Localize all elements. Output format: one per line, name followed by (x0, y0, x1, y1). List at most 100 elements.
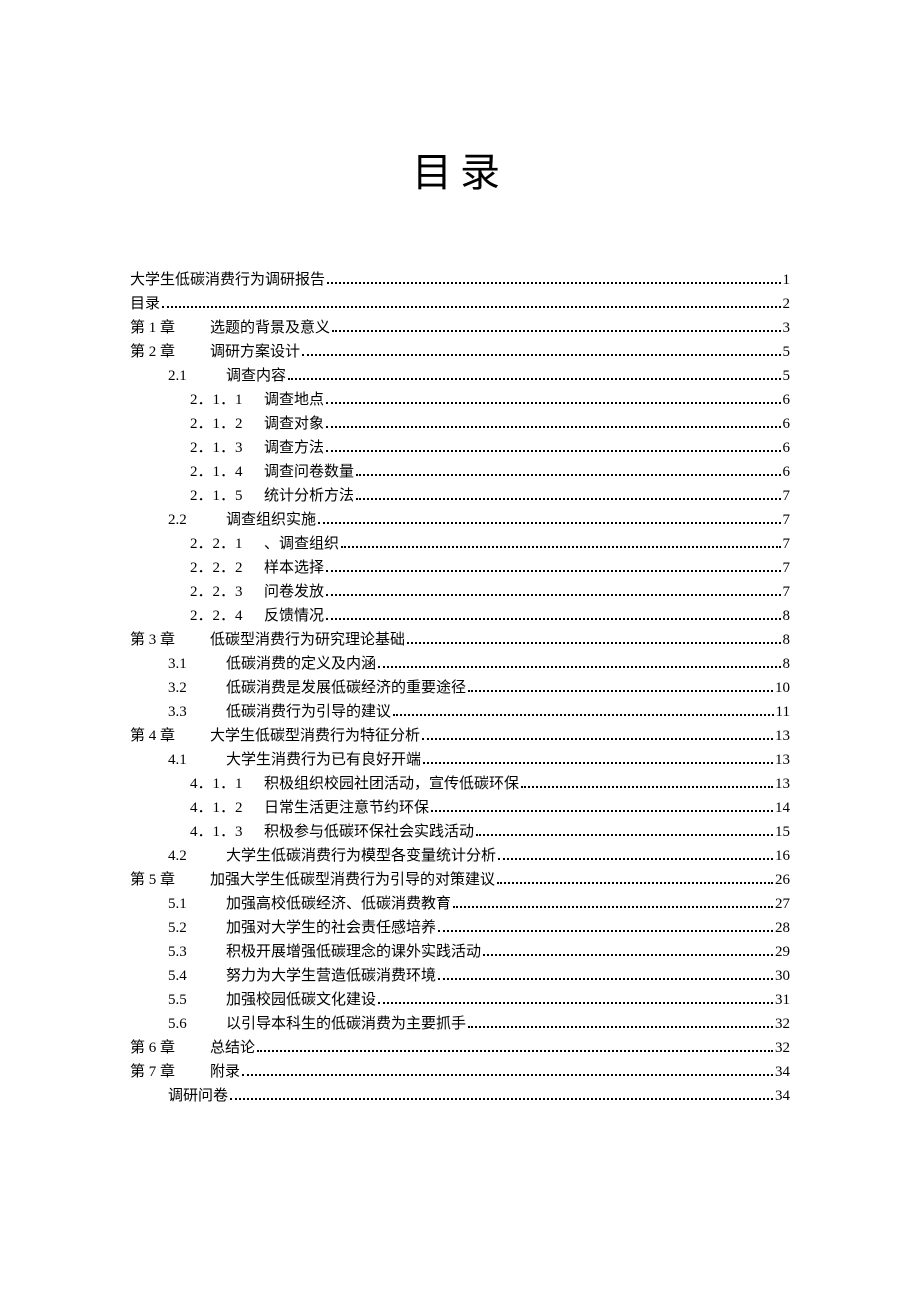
toc-entry: 第 2 章调研方案设计5 (130, 340, 790, 364)
toc-leader-dots (498, 858, 773, 860)
toc-leader-dots (332, 330, 780, 332)
toc-entry: 3.3低碳消费行为引导的建议11 (130, 700, 790, 724)
toc-entry-page: 5 (783, 340, 791, 364)
toc-entry-number: 5.6 (168, 1012, 226, 1036)
toc-entry: 第 6 章总结论32 (130, 1036, 790, 1060)
toc-entry-text: 日常生活更注意节约环保 (264, 796, 429, 820)
toc-entry-number: 第 4 章 (130, 724, 210, 748)
toc-entry-text: 问卷发放 (264, 580, 324, 604)
toc-entry-text: 、调查组织 (264, 532, 339, 556)
toc-entry-page: 29 (775, 940, 790, 964)
toc-leader-dots (326, 594, 780, 596)
toc-entry-number: 2.1 (168, 364, 226, 388)
toc-entry-text: 以引导本科生的低碳消费为主要抓手 (226, 1012, 466, 1036)
toc-entry-number: 第 5 章 (130, 868, 210, 892)
toc-entry-number: 5.5 (168, 988, 226, 1012)
toc-entry-page: 13 (775, 772, 790, 796)
toc-leader-dots (483, 954, 773, 956)
toc-entry: 5.3积极开展增强低碳理念的课外实践活动 29 (130, 940, 790, 964)
toc-entry-page: 14 (775, 796, 790, 820)
toc-leader-dots (326, 618, 780, 620)
toc-entry-page: 8 (783, 628, 791, 652)
toc-entry-number: 5.4 (168, 964, 226, 988)
toc-entry: 5.2加强对大学生的社会责任感培养28 (130, 916, 790, 940)
toc-leader-dots (423, 762, 773, 764)
toc-leader-dots (438, 930, 773, 932)
toc-entry-number: 2.2 (168, 508, 226, 532)
toc-entry-number: 2．2．4 (190, 604, 264, 628)
toc-entry: 5.5加强校园低碳文化建设31 (130, 988, 790, 1012)
toc-entry-text: 积极开展增强低碳理念的课外实践活动 (226, 940, 481, 964)
toc-entry-page: 34 (775, 1060, 790, 1084)
toc-entry: 2．2．2样本选择7 (130, 556, 790, 580)
toc-entry-page: 7 (783, 508, 791, 532)
toc-entry: 5.1加强高校低碳经济、低碳消费教育27 (130, 892, 790, 916)
toc-entry-page: 7 (783, 532, 791, 556)
toc-entry-text: 调查方法 (264, 436, 324, 460)
toc-entry-number: 第 7 章 (130, 1060, 210, 1084)
toc-entry-text: 调查对象 (264, 412, 324, 436)
toc-leader-dots (230, 1098, 773, 1100)
toc-entry-text: 选题的背景及意义 (210, 316, 330, 340)
toc-entry-page: 32 (775, 1012, 790, 1036)
toc-leader-dots (521, 786, 773, 788)
toc-entry: 2．2．1、调查组织 7 (130, 532, 790, 556)
toc-entry: 大学生低碳消费行为调研报告 1 (130, 268, 790, 292)
toc-entry: 目录2 (130, 292, 790, 316)
toc-entry-text: 调查组织实施 (226, 508, 316, 532)
toc-leader-dots (341, 546, 780, 548)
toc-entry-text: 大学生低碳消费行为调研报告 (130, 268, 325, 292)
toc-leader-dots (302, 354, 780, 356)
toc-entry: 5.6以引导本科生的低碳消费为主要抓手 32 (130, 1012, 790, 1036)
toc-entry-text: 调查问卷数量 (264, 460, 354, 484)
toc-entry-text: 大学生低碳消费行为模型各变量统计分析 (226, 844, 496, 868)
toc-leader-dots (468, 690, 773, 692)
toc-entry-text: 加强对大学生的社会责任感培养 (226, 916, 436, 940)
toc-entry-number: 3.1 (168, 652, 226, 676)
toc-entry-page: 8 (783, 604, 791, 628)
toc-entry-text: 大学生低碳型消费行为特征分析 (210, 724, 420, 748)
toc-leader-dots (326, 450, 780, 452)
toc-entry-page: 1 (783, 268, 791, 292)
toc-entry-page: 3 (783, 316, 791, 340)
toc-entry-text: 附录 (210, 1060, 240, 1084)
toc-entry: 2．2．3问卷发放7 (130, 580, 790, 604)
toc-entry-page: 11 (776, 700, 790, 724)
toc-entry: 第 3 章低碳型消费行为研究理论基础 8 (130, 628, 790, 652)
toc-leader-dots (378, 1002, 773, 1004)
toc-entry: 第 1 章选题的背景及意义 3 (130, 316, 790, 340)
toc-entry-text: 大学生消费行为已有良好开端 (226, 748, 421, 772)
toc-entry-text: 积极参与低碳环保社会实践活动 (264, 820, 474, 844)
toc-entry: 2．1．2调查对象6 (130, 412, 790, 436)
toc-leader-dots (326, 402, 780, 404)
toc-leader-dots (356, 474, 780, 476)
toc-entry-number: 第 3 章 (130, 628, 210, 652)
toc-entry-number: 5.3 (168, 940, 226, 964)
toc-entry-page: 6 (783, 388, 791, 412)
toc-entry-page: 6 (783, 412, 791, 436)
toc-entry: 3.1低碳消费的定义及内涵 8 (130, 652, 790, 676)
toc-entry-page: 8 (783, 652, 791, 676)
toc-entry-text: 加强高校低碳经济、低碳消费教育 (226, 892, 451, 916)
toc-entry-text: 低碳消费是发展低碳经济的重要途径 (226, 676, 466, 700)
toc-entry-text: 低碳型消费行为研究理论基础 (210, 628, 405, 652)
toc-entry-page: 2 (783, 292, 791, 316)
toc-entry-text: 样本选择 (264, 556, 324, 580)
toc-entry-number: 5.1 (168, 892, 226, 916)
toc-entry-number: 2．2．1 (190, 532, 264, 556)
toc-entry-text: 努力为大学生营造低碳消费环境 (226, 964, 436, 988)
toc-entry-number: 4．1．3 (190, 820, 264, 844)
toc-entry-number: 第 1 章 (130, 316, 210, 340)
toc-leader-dots (378, 666, 780, 668)
toc-entry-text: 低碳消费的定义及内涵 (226, 652, 376, 676)
toc-entry-text: 调研方案设计 (210, 340, 300, 364)
toc-entry: 2．1．5统计分析方法7 (130, 484, 790, 508)
toc-entry-number: 2．1．1 (190, 388, 264, 412)
toc-entry-page: 30 (775, 964, 790, 988)
toc-entry-text: 总结论 (210, 1036, 255, 1060)
toc-entry-page: 7 (783, 484, 791, 508)
toc-entry-page: 28 (775, 916, 790, 940)
toc-entry-page: 6 (783, 460, 791, 484)
toc-entry: 第 5 章加强大学生低碳型消费行为引导的对策建议26 (130, 868, 790, 892)
table-of-contents: 大学生低碳消费行为调研报告1目录2第 1 章选题的背景及意义3第 2 章调研方案… (130, 268, 790, 1108)
